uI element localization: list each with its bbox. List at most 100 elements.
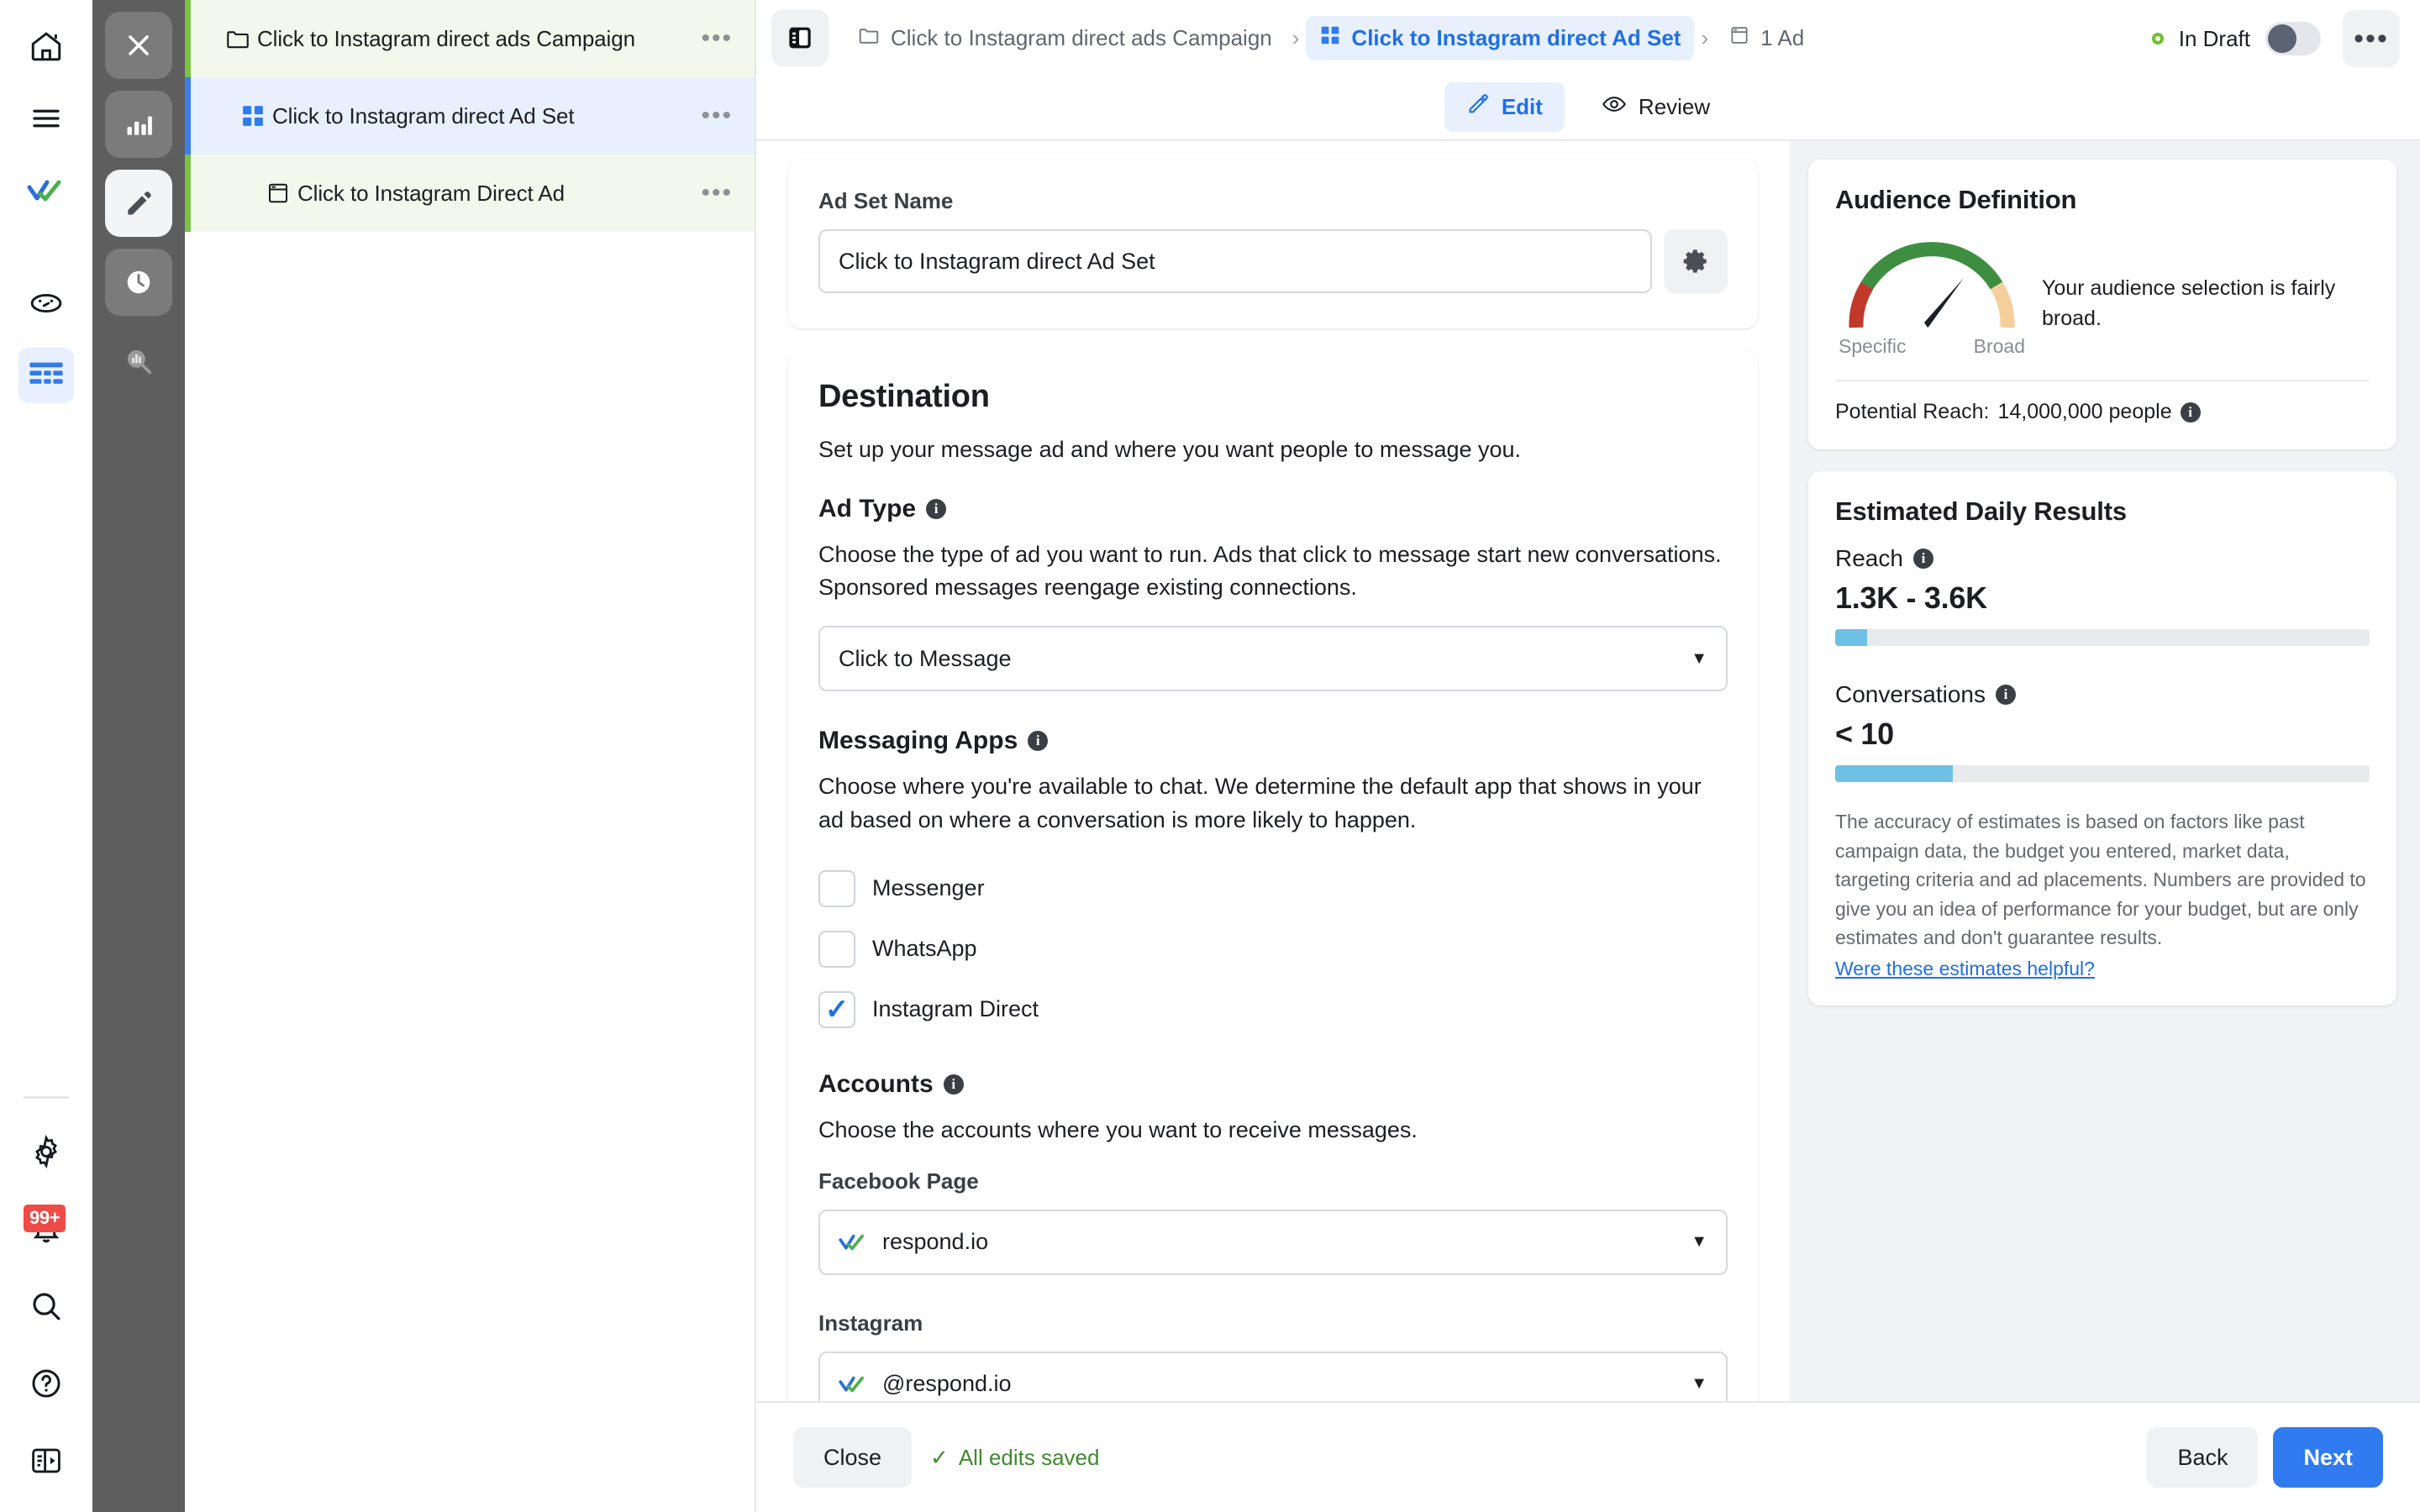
panel-toggle-icon[interactable] — [771, 9, 829, 66]
gear-icon[interactable] — [18, 1124, 74, 1179]
menu-icon[interactable] — [18, 91, 74, 146]
info-icon[interactable]: i — [1028, 731, 1049, 752]
campaign-tools-rail — [92, 0, 185, 1512]
respond-logo-icon — [839, 1373, 867, 1395]
breadcrumb-label: Click to Instagram direct ads Campaign — [891, 24, 1272, 50]
subsection-ad-type: Ad Type i — [818, 495, 1728, 523]
tree-row-adset[interactable]: Click to Instagram direct Ad Set ••• — [185, 77, 755, 155]
contacts-icon[interactable] — [18, 276, 74, 331]
gear-icon[interactable] — [1664, 229, 1728, 293]
bar-chart-icon[interactable] — [105, 91, 172, 158]
accounts-description: Choose the accounts where you want to re… — [818, 1116, 1418, 1142]
info-icon[interactable]: i — [943, 1074, 964, 1095]
facebook-page-value: respond.io — [882, 1229, 989, 1255]
clock-icon[interactable] — [105, 249, 172, 316]
chart-search-icon[interactable] — [105, 328, 172, 395]
chevron-down-icon: ▼ — [1691, 1374, 1707, 1394]
audience-gauge: Specific Broad — [1835, 234, 2028, 358]
next-button[interactable]: Next — [2273, 1427, 2383, 1488]
breadcrumb-item-ad[interactable]: 1 Ad — [1715, 16, 1818, 60]
main-area: Click to Instagram direct ads Campaign ›… — [756, 0, 2420, 1512]
info-icon[interactable]: i — [1995, 685, 2016, 705]
adset-grid-icon — [1319, 24, 1341, 52]
facebook-page-select[interactable]: respond.io ▼ — [818, 1209, 1728, 1275]
divider — [1835, 380, 2370, 381]
save-status-label: All edits saved — [958, 1444, 1100, 1470]
reach-label: Reach — [1835, 545, 1903, 571]
breadcrumb-label: Click to Instagram direct Ad Set — [1351, 24, 1681, 50]
status-badge: In Draft — [2151, 10, 2321, 67]
summary-column: Audience Definition Specific Broad Your … — [1790, 141, 2420, 1401]
pencil-icon[interactable] — [105, 170, 172, 237]
info-icon[interactable]: i — [1912, 549, 1933, 569]
instagram-value: @respond.io — [882, 1371, 1012, 1397]
status-dot-icon — [2151, 33, 2164, 45]
breadcrumb-item-campaign[interactable]: Click to Instagram direct ads Campaign — [844, 15, 1286, 61]
checkbox-instagram-direct[interactable]: ✓ Instagram Direct — [818, 979, 1728, 1040]
ad-type-select[interactable]: Click to Message ▼ — [818, 626, 1728, 692]
eye-icon — [1602, 92, 1627, 123]
bell-icon[interactable]: 99+ — [18, 1201, 74, 1257]
tree-row-menu-button[interactable]: ••• — [701, 103, 733, 129]
destination-card: Destination Set up your message ad and w… — [788, 350, 1758, 1401]
adset-grid-icon — [234, 103, 272, 129]
subsection-accounts: Accounts i — [818, 1070, 1728, 1099]
checkbox-box[interactable] — [818, 930, 855, 968]
collapse-panel-icon[interactable] — [18, 1433, 74, 1488]
tab-review[interactable]: Review — [1580, 81, 1732, 133]
content-scroll-area[interactable]: Ad Set Name Click to Instagram direct Ad… — [756, 141, 2420, 1401]
messaging-apps-description: Choose where you're available to chat. W… — [818, 774, 1702, 832]
ad-type-label: Ad Type — [818, 495, 917, 523]
tab-label: Review — [1638, 93, 1711, 119]
messaging-apps-label: Messaging Apps — [818, 727, 1018, 755]
instagram-label: Instagram — [818, 1310, 923, 1336]
conversations-bar-track — [1835, 765, 2370, 782]
checkbox-messenger[interactable]: Messenger — [818, 858, 1728, 919]
help-icon[interactable] — [18, 1356, 74, 1411]
close-icon[interactable] — [105, 12, 172, 79]
back-button[interactable]: Back — [2147, 1427, 2259, 1488]
tab-edit[interactable]: Edit — [1444, 81, 1565, 132]
ad-card-icon — [1728, 24, 1750, 52]
checkbox-whatsapp[interactable]: WhatsApp — [818, 919, 1728, 979]
broadcast-icon[interactable] — [18, 348, 74, 403]
breadcrumb: Click to Instagram direct ads Campaign ›… — [756, 0, 2420, 76]
ad-set-name-input[interactable]: Click to Instagram direct Ad Set — [818, 229, 1652, 293]
checkbox-box[interactable]: ✓ — [818, 990, 855, 1028]
status-label: In Draft — [2178, 25, 2250, 51]
info-icon[interactable]: i — [2180, 402, 2201, 423]
checkbox-box[interactable] — [818, 869, 855, 907]
audience-definition-title: Audience Definition — [1835, 185, 2077, 214]
tree-row-ad[interactable]: Click to Instagram Direct Ad ••• — [185, 155, 755, 232]
home-icon[interactable] — [18, 18, 74, 74]
estimated-daily-results-card: Estimated Daily Results Reach i 1.3K - 3… — [1808, 471, 2396, 1005]
estimates-disclaimer: The accuracy of estimates is based on fa… — [1835, 811, 2366, 948]
search-icon[interactable] — [18, 1278, 74, 1334]
more-options-button[interactable]: ••• — [2343, 10, 2400, 67]
audience-definition-card: Audience Definition Specific Broad Your … — [1808, 160, 2396, 449]
ad-type-selected-value: Click to Message — [839, 645, 1012, 671]
tree-row-menu-button[interactable]: ••• — [701, 26, 733, 51]
ad-set-name-label: Ad Set Name — [818, 188, 954, 213]
respond-logo-icon[interactable] — [18, 163, 74, 218]
check-icon: ✓ — [824, 993, 850, 1026]
breadcrumb-label: 1 Ad — [1760, 24, 1805, 50]
folder-icon — [857, 24, 881, 53]
breadcrumb-item-adset[interactable]: Click to Instagram direct Ad Set — [1306, 15, 1695, 60]
instagram-select[interactable]: @respond.io ▼ — [818, 1351, 1728, 1401]
close-button[interactable]: Close — [793, 1427, 913, 1488]
checkbox-label: Messenger — [872, 875, 985, 901]
subsection-messaging-apps: Messaging Apps i — [818, 727, 1728, 755]
metric-label-reach: Reach i — [1835, 545, 2370, 572]
status-toggle[interactable] — [2265, 22, 2321, 55]
tree-row-campaign[interactable]: Click to Instagram direct ads Campaign •… — [185, 0, 755, 77]
pencil-icon — [1466, 92, 1490, 122]
edit-review-tabs: Edit Review — [756, 76, 2420, 138]
gauge-label-specific: Specific — [1839, 335, 1907, 357]
form-column: Ad Set Name Click to Instagram direct Ad… — [756, 141, 1790, 1401]
estimates-feedback-link[interactable]: Were these estimates helpful? — [1835, 958, 2370, 980]
rail-divider — [24, 1096, 69, 1099]
info-icon[interactable]: i — [926, 499, 947, 520]
breadcrumb-separator: › — [1292, 24, 1300, 50]
tree-row-menu-button[interactable]: ••• — [701, 181, 733, 206]
